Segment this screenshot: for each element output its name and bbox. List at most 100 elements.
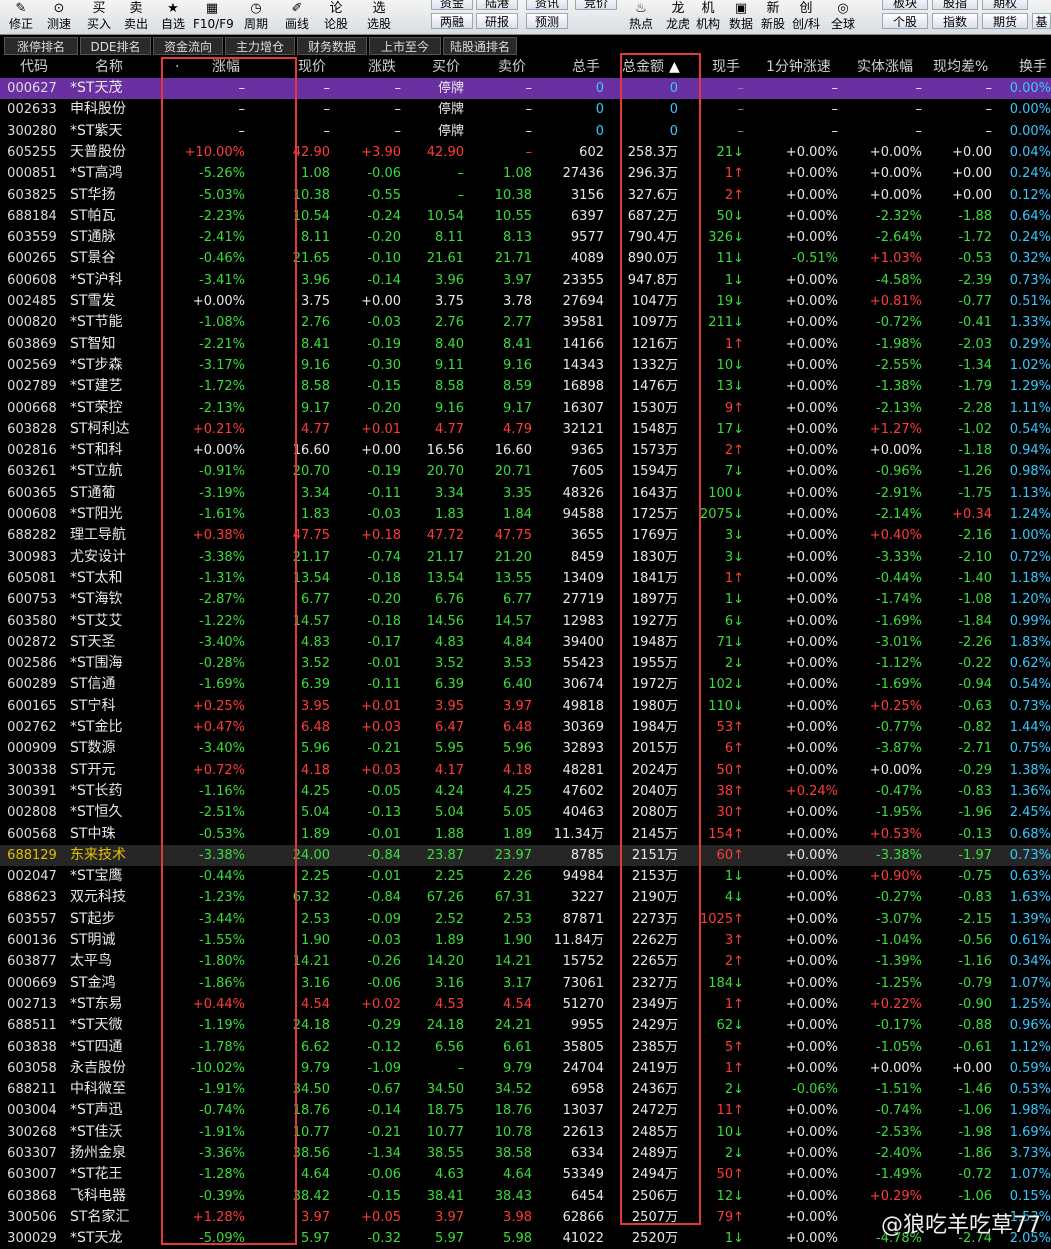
table-row[interactable]: 002586 *ST围海 -0.28% 3.52 -0.01 3.52 3.53 55423 1…: [0, 653, 1051, 674]
toolbar-button[interactable]: ♨ 热点: [624, 0, 658, 34]
table-row[interactable]: 300338 ST开元 +0.72% 4.18 +0.03 4.17 4.18 48281 20…: [0, 760, 1051, 781]
table-row[interactable]: 603261 *ST立航 -0.91% 20.70 -0.19 20.70 20.71 760…: [0, 461, 1051, 482]
toolbar-small-button[interactable]: 股指: [932, 0, 978, 10]
tab-2[interactable]: 资金流向: [153, 37, 223, 55]
toolbar-button[interactable]: ◷ 周期: [237, 0, 275, 34]
header-change[interactable]: 涨跌: [368, 57, 408, 78]
toolbar-button[interactable]: ▦ F10/F9: [193, 0, 234, 34]
table-row[interactable]: 603838 *ST四通 -1.78% 6.62 -0.12 6.56 6.61 35805 2…: [0, 1037, 1051, 1058]
toolbar-button[interactable]: 买买入: [80, 0, 118, 34]
table-row[interactable]: 003004 *ST声迅 -0.74% 18.76 -0.14 18.75 18.76 130…: [0, 1100, 1051, 1121]
table-row[interactable]: 300280 *ST紫天 – – – 停牌 –0 0– – – –0.00%: [0, 121, 1051, 142]
header-price[interactable]: 现价: [298, 57, 338, 78]
tab-6[interactable]: 陆股通排名: [443, 37, 517, 55]
table-row[interactable]: 688282 理工导航 +0.38% 47.75 +0.18 47.72 47.75 3655…: [0, 525, 1051, 546]
table-row[interactable]: 000909 ST数源 -3.40% 5.96 -0.21 5.95 5.96 32893 20…: [0, 738, 1051, 759]
toolbar-small-button[interactable]: 研报: [476, 13, 518, 29]
table-row[interactable]: 600265 ST景谷 -0.46% 21.65 -0.10 21.61 21.71 4089…: [0, 248, 1051, 269]
table-row[interactable]: 600608 *ST沪科 -3.41% 3.96 -0.14 3.96 3.97 23355 9…: [0, 270, 1051, 291]
table-row[interactable]: 000851 *ST高鸿 -5.26% 1.08 -0.06–1.08 27436 296.…: [0, 163, 1051, 184]
table-row[interactable]: 603307 扬州金泉 -3.36% 38.56 -1.34 38.55 38.58 6334…: [0, 1143, 1051, 1164]
table-row[interactable]: 300391 *ST长药 -1.16% 4.25 -0.05 4.24 4.25 47602 2…: [0, 781, 1051, 802]
table-row[interactable]: 603825 ST华扬 -5.03% 10.38 -0.55–10.38 3156 327.…: [0, 185, 1051, 206]
table-row[interactable]: 002713 *ST东易 +0.44% 4.54 +0.02 4.53 4.54 51270 2…: [0, 994, 1051, 1015]
table-row[interactable]: 002569 *ST步森 -3.17% 9.16 -0.30 9.11 9.16 14343 1…: [0, 355, 1051, 376]
header-avg-diff[interactable]: 现均差%: [933, 57, 1003, 78]
table-row[interactable]: 002047 *ST宝鹰 -0.44% 2.25 -0.01 2.25 2.26 94984 2…: [0, 866, 1051, 887]
toolbar-button[interactable]: ✎ 修正: [2, 0, 40, 34]
table-row[interactable]: 603580 *ST艾艾 -1.22% 14.57 -0.18 14.56 14.57 129…: [0, 611, 1051, 632]
toolbar-small-button[interactable]: 指数: [932, 13, 978, 29]
table-row[interactable]: 605081 *ST太和 -1.31% 13.54 -0.18 13.54 13.55 134…: [0, 568, 1051, 589]
table-row[interactable]: 603557 ST起步 -3.44% 2.53 -0.09 2.52 2.53 87871 22…: [0, 909, 1051, 930]
table-row[interactable]: 600753 *ST海钦 -2.87% 6.77 -0.20 6.76 6.77 27719 1…: [0, 589, 1051, 610]
toolbar-button[interactable]: ★ 自选: [154, 0, 192, 34]
table-row[interactable]: 300268 *ST佳沃 -1.91% 10.77 -0.21 10.77 10.78 226…: [0, 1122, 1051, 1143]
table-row[interactable]: 002816 *ST和科 +0.00% 16.60 +0.00 16.56 16.60 936…: [0, 440, 1051, 461]
toolbar-button[interactable]: 选选股: [360, 0, 398, 34]
toolbar-small-button[interactable]: 两融: [431, 13, 473, 29]
toolbar-button[interactable]: 新新股: [756, 0, 790, 34]
header-volume[interactable]: 总手: [572, 57, 612, 78]
tab-5[interactable]: 上市至今: [369, 37, 441, 55]
toolbar-small-button[interactable]: 期权: [982, 0, 1028, 10]
toolbar-small-button[interactable]: 预测: [526, 13, 568, 29]
header-bid[interactable]: 买价: [432, 57, 472, 78]
header-ask[interactable]: 卖价: [498, 57, 538, 78]
table-row[interactable]: 605255 天普股份 +10.00% 42.90 +3.90 42.90–602 258.…: [0, 142, 1051, 163]
table-row[interactable]: 600165 ST宁科 +0.25% 3.95 +0.01 3.95 3.97 49818 19…: [0, 696, 1051, 717]
table-row[interactable]: 600136 ST明诚 -1.55% 1.90 -0.03 1.89 1.90 11.84万 2…: [0, 930, 1051, 951]
toolbar-button[interactable]: ⊙ 测速: [40, 0, 78, 34]
toolbar-button[interactable]: 论论股: [317, 0, 355, 34]
header-body-pct[interactable]: 实体涨幅: [857, 57, 927, 78]
table-row[interactable]: 688184 ST帕瓦 -2.23% 10.54 -0.24 10.54 10.55 6397…: [0, 206, 1051, 227]
table-row[interactable]: 600568 ST中珠 -0.53% 1.89 -0.01 1.88 1.89 11.34万 2…: [0, 824, 1051, 845]
table-row[interactable]: 000627 *ST天茂 – – – 停牌 –0 0– – – –0.00%: [0, 78, 1051, 99]
toolbar-button[interactable]: ✐ 画线: [278, 0, 316, 34]
toolbar-button[interactable]: ◎ 全球: [826, 0, 860, 34]
table-row[interactable]: 000668 *ST荣控 -2.13% 9.17 -0.20 9.16 9.17 16307 1…: [0, 398, 1051, 419]
table-row[interactable]: 688211 中科微至 -1.91% 34.50 -0.67 34.50 34.52 6958…: [0, 1079, 1051, 1100]
header-speed[interactable]: 1分钟涨速: [766, 57, 846, 78]
table-row[interactable]: 603559 ST通脉 -2.41% 8.11 -0.20 8.11 8.13 9577 790…: [0, 227, 1051, 248]
table-row[interactable]: 000669 ST金鸿 -1.86% 3.16 -0.06 3.16 3.17 73061 23…: [0, 973, 1051, 994]
toolbar-small-button[interactable]: 个股: [882, 13, 928, 29]
header-code[interactable]: 代码: [20, 57, 60, 78]
table-row[interactable]: 000608 *ST阳光 -1.61% 1.83 -0.03 1.83 1.84 94588 1…: [0, 504, 1051, 525]
table-row[interactable]: 600289 ST信通 -1.69% 6.39 -0.11 6.39 6.40 30674 19…: [0, 674, 1051, 695]
toolbar-small-button[interactable]: 竞价: [575, 0, 617, 10]
table-row[interactable]: 603828 ST柯利达 +0.21% 4.77 +0.01 4.77 4.79 32121 1…: [0, 419, 1051, 440]
toolbar-small-button[interactable]: 基: [1032, 13, 1051, 29]
table-row[interactable]: 002872 ST天圣 -3.40% 4.83 -0.17 4.83 4.84 39400 19…: [0, 632, 1051, 653]
table-row[interactable]: 603868 飞科电器 -0.39% 38.42 -0.15 38.41 38.43 6454…: [0, 1186, 1051, 1207]
tab-4[interactable]: 财务数据: [297, 37, 367, 55]
toolbar-button[interactable]: 创创/科: [789, 0, 823, 34]
table-row[interactable]: 603877 太平鸟 -1.80% 14.21 -0.26 14.20 14.21 15752…: [0, 951, 1051, 972]
table-row[interactable]: 688623 双元科技 -1.23% 67.32 -0.84 67.26 67.31 3227…: [0, 887, 1051, 908]
table-row[interactable]: 002762 *ST金比 +0.47% 6.48 +0.03 6.47 6.48 30369 1…: [0, 717, 1051, 738]
toolbar-small-button[interactable]: 陆港: [476, 0, 518, 10]
toolbar-small-button[interactable]: 资讯: [526, 0, 568, 10]
table-row[interactable]: 002789 *ST建艺 -1.72% 8.58 -0.15 8.58 8.59 16898 1…: [0, 376, 1051, 397]
tab-0[interactable]: 涨停排名: [4, 37, 78, 55]
table-row[interactable]: 002485 ST雪发 +0.00% 3.75 +0.00 3.75 3.78 27694 10…: [0, 291, 1051, 312]
toolbar-button[interactable]: 卖卖出: [117, 0, 155, 34]
table-row[interactable]: 603058 永吉股份 -10.02% 9.79 -1.09–9.79 24704 2419…: [0, 1058, 1051, 1079]
table-row[interactable]: 600365 ST通葡 -3.19% 3.34 -0.11 3.34 3.35 48326 16…: [0, 483, 1051, 504]
toolbar-button[interactable]: 龙龙虎: [661, 0, 695, 34]
table-row[interactable]: 603869 ST智知 -2.21% 8.41 -0.19 8.40 8.41 14166 12…: [0, 334, 1051, 355]
toolbar-small-button[interactable]: 板块: [882, 0, 928, 10]
tab-3[interactable]: 主力增仓: [225, 37, 295, 55]
table-row[interactable]: 002808 *ST恒久 -2.51% 5.04 -0.13 5.04 5.05 40463 2…: [0, 802, 1051, 823]
table-row[interactable]: 688129 东来技术 -3.38% 24.00 -0.84 23.87 23.97 8785…: [0, 844, 1051, 866]
table-row[interactable]: 000820 *ST节能 -1.08% 2.76 -0.03 2.76 2.77 39581 1…: [0, 312, 1051, 333]
toolbar-small-button[interactable]: 资金: [431, 0, 473, 10]
table-row[interactable]: 002633 申科股份 – – – 停牌 –0 0– – – –0.00%: [0, 99, 1051, 120]
toolbar-button[interactable]: 机机构: [691, 0, 725, 34]
table-row[interactable]: 688511 *ST天微 -1.19% 24.18 -0.29 24.18 24.21 995…: [0, 1015, 1051, 1036]
header-current-volume[interactable]: 现手: [712, 57, 752, 78]
table-row[interactable]: 300983 尤安设计 -3.38% 21.17 -0.74 21.17 21.20 8459…: [0, 547, 1051, 568]
table-row[interactable]: 603007 *ST花王 -1.28% 4.64 -0.06 4.63 4.64 53349 2…: [0, 1164, 1051, 1185]
header-turnover[interactable]: 换手: [1019, 57, 1051, 78]
toolbar-button[interactable]: ▣ 数据: [724, 0, 758, 34]
